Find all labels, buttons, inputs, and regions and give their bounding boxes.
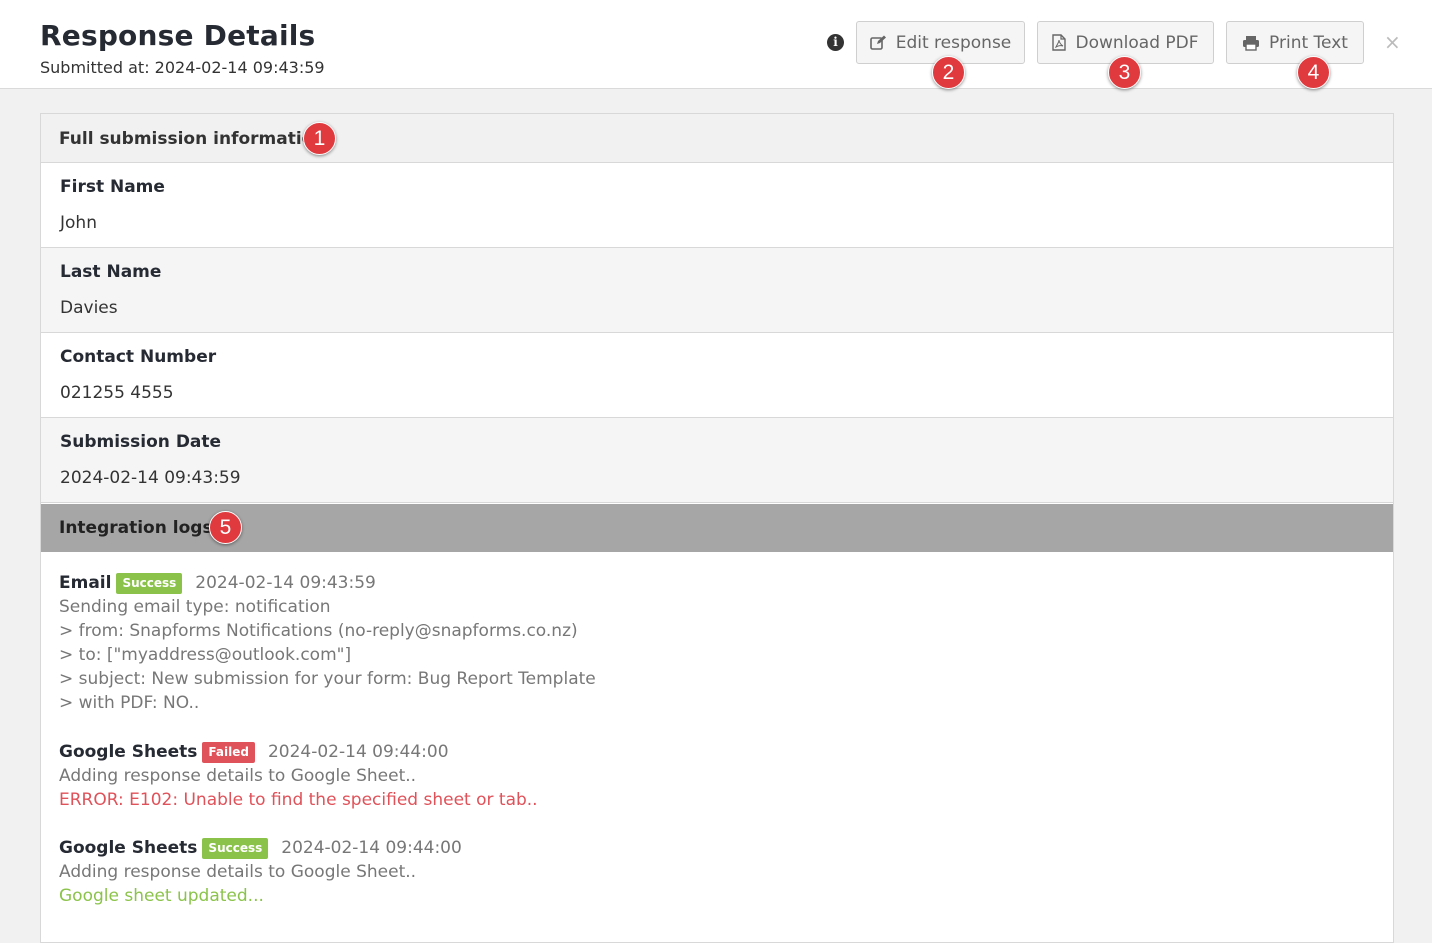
log-error-line: ERROR: E102: Unable to find the specifie…	[59, 790, 538, 810]
close-icon[interactable]: ×	[1384, 30, 1401, 54]
field-label: Submission Date	[60, 432, 222, 452]
log-name: Google Sheets	[59, 742, 198, 762]
log-line: Sending email type: notification	[59, 597, 331, 617]
field-submission-date: Submission Date 2024-02-14 09:43:59	[41, 418, 1393, 503]
annotation-marker-1: 1	[303, 122, 336, 155]
info-circle-icon[interactable]: i	[827, 34, 844, 51]
field-value: Davies	[60, 298, 118, 318]
field-value: John	[60, 213, 97, 233]
annotation-marker-2: 2	[932, 56, 965, 89]
log-timestamp: 2024-02-14 09:44:00	[267, 742, 449, 762]
log-entry-google-sheets-success: Google Sheets Success 2024-02-14 09:44:0…	[59, 836, 462, 908]
submission-header: Full submission information	[41, 114, 1393, 163]
log-entry-google-sheets-failed: Google Sheets Failed 2024-02-14 09:44:00…	[59, 740, 538, 812]
log-timestamp: 2024-02-14 09:44:00	[281, 838, 462, 858]
log-success-line: Google sheet updated...	[59, 886, 264, 906]
log-line: Adding response details to Google Sheet.…	[59, 862, 417, 882]
field-last-name: Last Name Davies	[41, 248, 1393, 333]
log-line: > subject: New submission for your form:…	[59, 669, 596, 689]
log-name: Email	[59, 573, 112, 593]
log-line: Adding response details to Google Sheet.…	[59, 766, 417, 786]
pdf-file-icon	[1052, 34, 1067, 51]
field-first-name: First Name John	[41, 163, 1393, 248]
annotation-marker-5: 5	[209, 511, 242, 544]
log-line: > with PDF: NO..	[59, 693, 200, 713]
log-line: > from: Snapforms Notifications (no-repl…	[59, 621, 578, 641]
field-label: First Name	[60, 177, 165, 197]
print-text-label: Print Text	[1269, 32, 1348, 53]
edit-response-label: Edit response	[895, 32, 1012, 53]
submission-heading: Full submission information	[59, 129, 326, 149]
annotation-marker-4: 4	[1297, 56, 1330, 89]
field-value: 021255 4555	[60, 383, 174, 403]
log-name: Google Sheets	[59, 838, 198, 858]
download-pdf-label: Download PDF	[1075, 32, 1199, 53]
print-text-button[interactable]: Print Text	[1226, 21, 1364, 64]
field-value: 2024-02-14 09:43:59	[60, 468, 241, 488]
annotation-marker-3: 3	[1108, 56, 1141, 89]
field-contact-number: Contact Number 021255 4555	[41, 333, 1393, 418]
submission-panel: Full submission information First Name J…	[40, 113, 1394, 943]
modal-header: Response Details Submitted at: 2024-02-1…	[0, 0, 1432, 89]
integration-logs-header: Integration logs	[41, 504, 1393, 552]
submitted-at: Submitted at: 2024-02-14 09:43:59	[40, 58, 325, 77]
integration-logs-heading: Integration logs	[59, 518, 213, 538]
log-entry-email: Email Success 2024-02-14 09:43:59 Sendin…	[59, 571, 596, 715]
status-badge: Failed	[202, 741, 255, 763]
page-title: Response Details	[40, 19, 316, 52]
status-badge: Success	[202, 837, 269, 859]
field-label: Last Name	[60, 262, 162, 282]
printer-icon	[1242, 35, 1260, 51]
log-line: > to: ["myaddress@outlook.com"]	[59, 645, 352, 665]
edit-icon	[869, 35, 887, 50]
log-timestamp: 2024-02-14 09:43:59	[195, 573, 376, 593]
field-label: Contact Number	[60, 347, 217, 367]
status-badge: Success	[116, 572, 183, 594]
